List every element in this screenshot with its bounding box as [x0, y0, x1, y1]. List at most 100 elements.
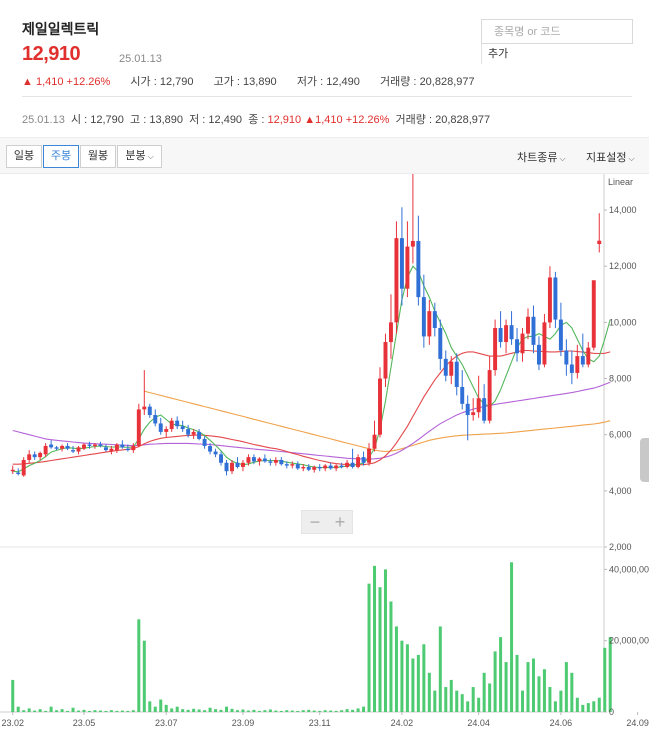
candle-body [388, 322, 393, 343]
volume-bar [115, 710, 119, 712]
detail-open-label: 시 : [70, 114, 88, 126]
time-tick-label: 23.05 [73, 718, 96, 728]
candle-body [460, 386, 465, 404]
time-tick-label: 23.11 [309, 718, 331, 728]
tab-monthly[interactable]: 월봉 [80, 145, 116, 168]
volume-bar [312, 710, 316, 712]
volume-bar [219, 709, 223, 712]
side-panel-handle[interactable] [640, 438, 649, 482]
volume-bar [285, 710, 289, 712]
candle-body [383, 342, 388, 379]
candle-body [454, 361, 459, 387]
candle-body [92, 444, 97, 446]
volume-bar [241, 709, 245, 712]
candle-body [438, 328, 443, 359]
volume-bar [22, 710, 26, 712]
volume-bar [383, 569, 387, 712]
volume-bar [416, 654, 420, 712]
tab-minute[interactable]: 분봉 ⌵ [117, 145, 162, 168]
time-tick-label: 24.02 [391, 718, 414, 728]
detail-change-up-icon: ▲ [304, 114, 316, 126]
volume-bar [488, 683, 492, 712]
volume-bar [126, 710, 130, 712]
volume-bar [55, 710, 59, 712]
candle-body [591, 280, 596, 348]
volume-bar [192, 708, 196, 712]
volume-bar [66, 710, 70, 712]
candle-body [443, 358, 448, 376]
volume-bar [268, 709, 272, 712]
candle-body [526, 316, 530, 334]
candle-body [536, 344, 541, 365]
candle-body [142, 406, 147, 410]
volume-value: 20,828,977 [419, 76, 475, 88]
add-stock-button[interactable]: 추가 [488, 45, 508, 61]
divider [22, 96, 632, 97]
volume-bar [27, 708, 31, 712]
volume-bar [208, 707, 212, 712]
volume-bar [131, 710, 135, 712]
volume-bar [433, 690, 437, 712]
volume-bar [175, 706, 179, 712]
candle-body [317, 466, 322, 469]
tab-daily[interactable]: 일봉 [6, 145, 42, 168]
volume-bar [203, 710, 207, 712]
zoom-in-button[interactable]: + [328, 512, 352, 532]
tab-weekly[interactable]: 주봉 [43, 145, 79, 168]
volume-bar [597, 697, 601, 712]
candle-body [515, 339, 520, 354]
volume-bar [367, 583, 371, 712]
ma20-line [12, 349, 611, 466]
candle-body [306, 466, 311, 470]
price-tick-label: 14,000 [609, 205, 637, 215]
chart-type-dropdown[interactable]: 차트종류 ⌵ [517, 149, 566, 165]
volume-bar [71, 707, 75, 712]
indicator-settings-dropdown[interactable]: 지표설정 ⌵ [586, 149, 635, 165]
volume-bar [482, 672, 486, 712]
low-value: 12,490 [326, 76, 360, 88]
candle-body [432, 311, 437, 328]
volume-bar [235, 710, 239, 712]
volume-bar [449, 679, 453, 712]
candle-body [290, 464, 295, 466]
volume-bar [389, 601, 393, 712]
time-tick-label: 23.09 [232, 718, 255, 728]
volume-bar [548, 687, 552, 712]
candle-body [10, 469, 15, 472]
candle-body [197, 431, 202, 439]
detail-open: 12,790 [90, 114, 124, 126]
candle-body [427, 311, 432, 337]
volume-bar [504, 662, 508, 712]
chart-type-label: 차트종류 [517, 152, 558, 164]
zoom-out-button[interactable]: − [303, 512, 327, 532]
volume-bar [274, 710, 278, 712]
stock-search-input[interactable] [482, 20, 632, 43]
candle-body [476, 398, 481, 413]
candle-body [421, 297, 426, 337]
volume-bar [564, 662, 568, 712]
volume-bar [362, 706, 366, 712]
chart-canvas[interactable]: Linear 2,000 4,000 6,000 8,000 10,000 12,000 14… [0, 170, 649, 749]
detail-high-label: 고 : [130, 114, 147, 126]
candle-body [213, 451, 218, 455]
ma5-line [12, 265, 611, 473]
candle-body [312, 466, 317, 470]
volume-bar [575, 697, 579, 712]
volume-bar [120, 710, 124, 712]
candle-body [230, 462, 234, 472]
moving-averages [12, 265, 611, 473]
candle-body [575, 356, 580, 373]
candle-body [208, 445, 213, 452]
candle-body [43, 445, 48, 455]
detail-high: 13,890 [149, 114, 183, 126]
candle-body [202, 438, 207, 446]
volume-bar [542, 669, 546, 712]
stock-chart[interactable]: Linear 2,000 4,000 6,000 8,000 10,000 12,000 14… [0, 170, 649, 749]
candle-body [334, 465, 339, 469]
volume-bar [104, 710, 108, 712]
candle-body [82, 444, 86, 449]
tab-minute-label: 분봉 [125, 150, 146, 162]
candle-body [465, 403, 470, 416]
volume-bar [323, 710, 327, 712]
candle-body [175, 420, 180, 427]
